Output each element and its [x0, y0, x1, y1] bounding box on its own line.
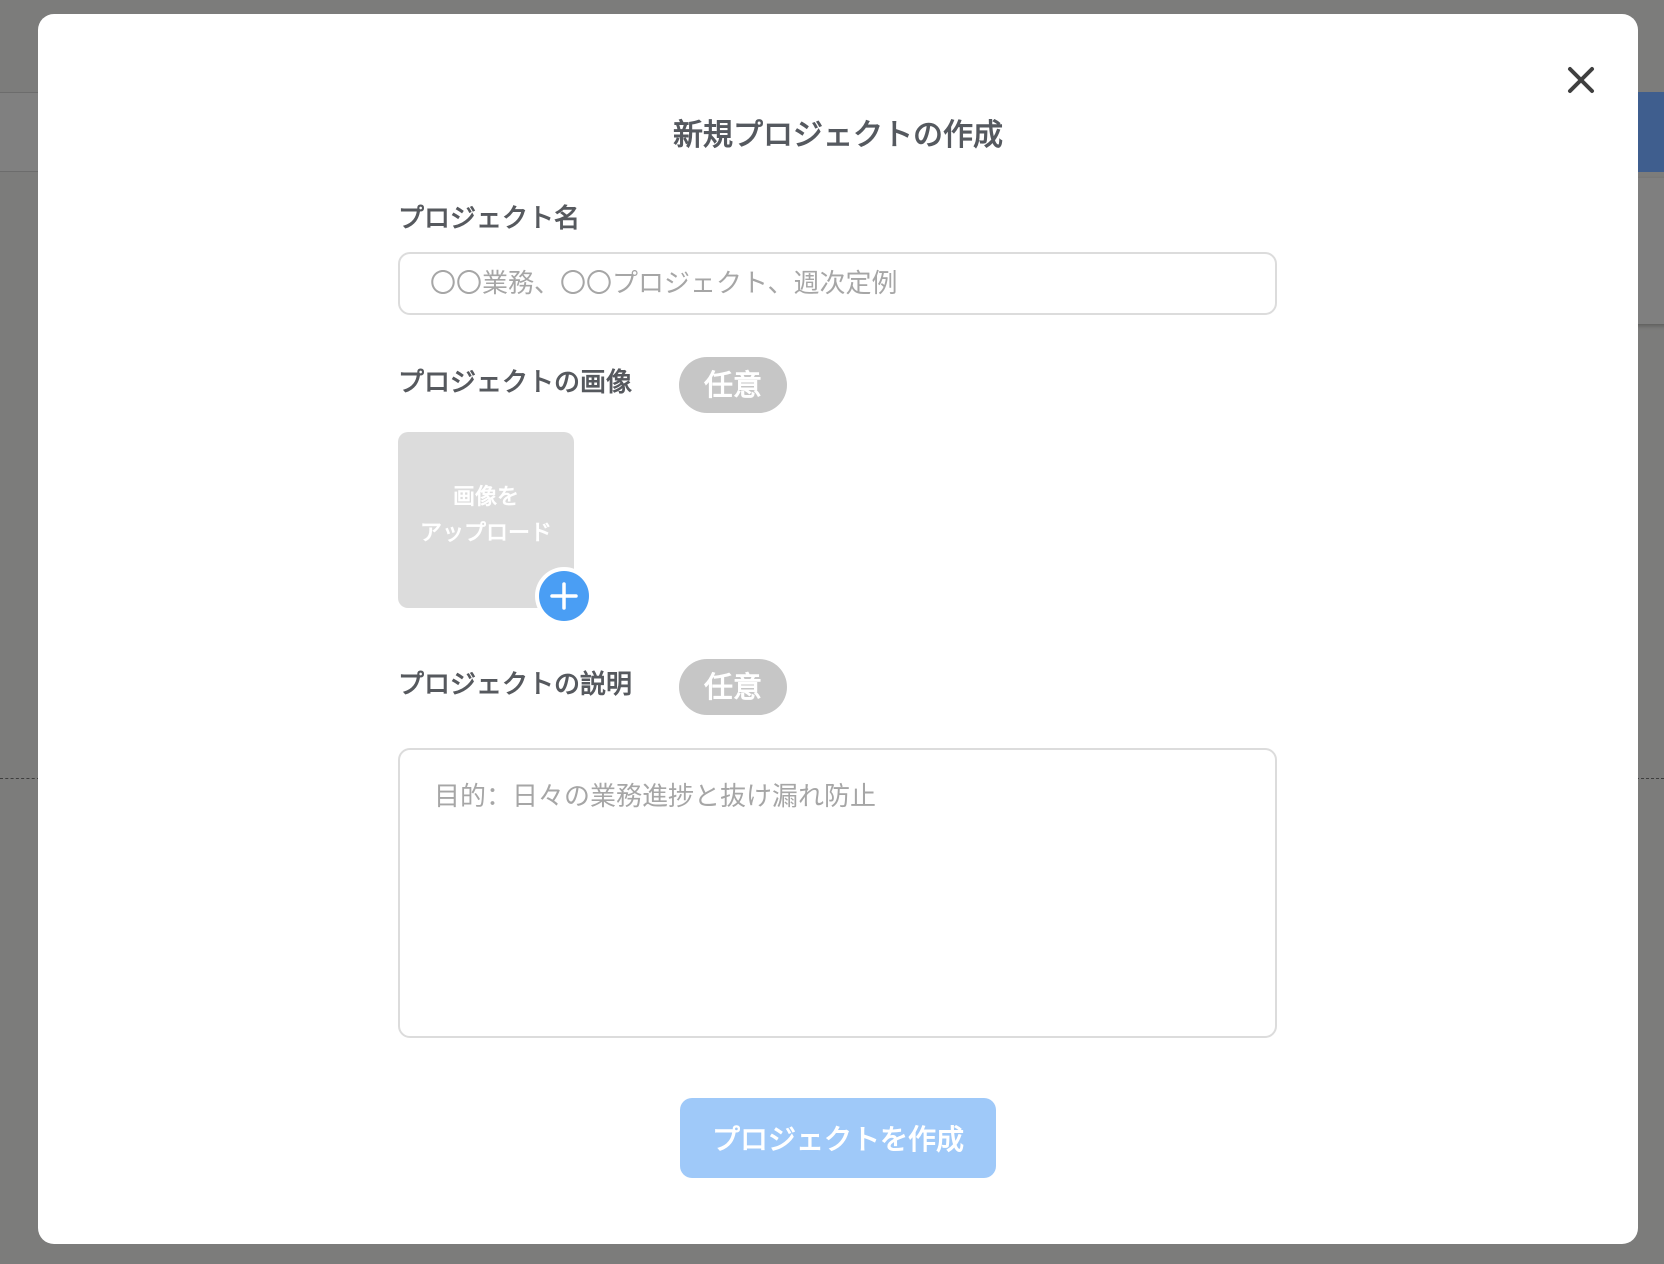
image-upload-label: 画像を アップロード: [419, 485, 552, 546]
create-project-button[interactable]: プロジェクトを作成: [680, 1098, 996, 1178]
modal-title: 新規プロジェクトの作成: [673, 118, 1003, 153]
optional-badge: 任意: [679, 659, 787, 715]
project-name-label: プロジェクト名: [398, 204, 581, 234]
close-icon: [1568, 67, 1594, 93]
background-divider: [1636, 778, 1664, 779]
screen: 新規プロジェクトの作成 プロジェクト名 プロジェクトの画像 任意 画像を アップ…: [0, 0, 1664, 1264]
close-button[interactable]: [1555, 54, 1607, 106]
create-project-modal: 新規プロジェクトの作成 プロジェクト名 プロジェクトの画像 任意 画像を アップ…: [38, 14, 1638, 1244]
project-description-textarea[interactable]: [398, 748, 1277, 1038]
background-divider: [0, 778, 40, 779]
plus-icon: [535, 567, 593, 625]
project-image-label: プロジェクトの画像: [398, 368, 633, 398]
add-image-button[interactable]: [533, 565, 595, 627]
project-name-input[interactable]: [398, 252, 1277, 315]
project-description-label: プロジェクトの説明: [398, 670, 633, 700]
optional-badge: 任意: [679, 357, 787, 413]
